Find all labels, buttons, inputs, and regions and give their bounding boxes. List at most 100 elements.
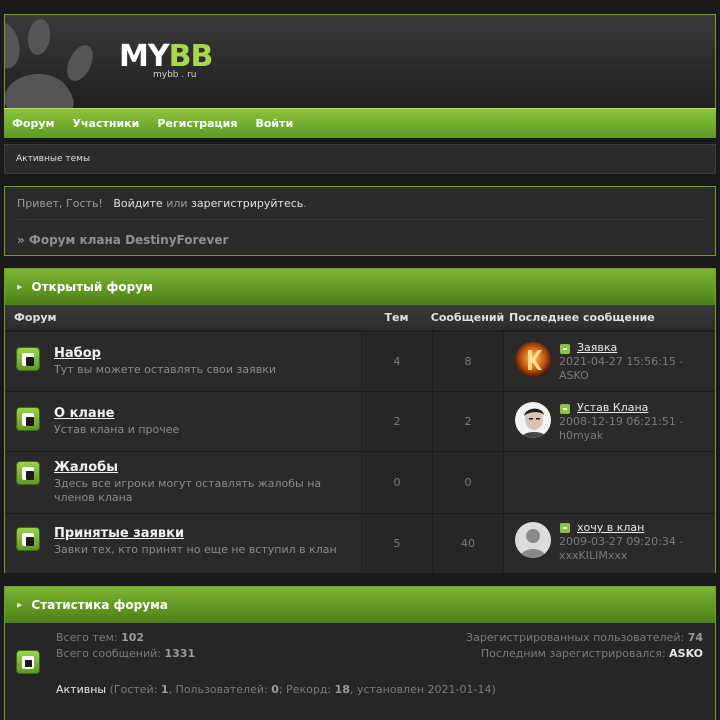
- record-count: 18: [334, 683, 350, 696]
- active-topics-link[interactable]: Активные темы: [16, 154, 90, 164]
- col-last-post: Последнее сообщение: [509, 311, 655, 324]
- category-header[interactable]: ▶ Открытый форум: [5, 269, 715, 305]
- go-to-post-icon[interactable]: [560, 523, 570, 533]
- forum-status-icon: [16, 527, 40, 551]
- go-to-post-icon[interactable]: [560, 344, 570, 354]
- online-text: (Гостей:: [106, 683, 161, 696]
- paw-logo-icon: [5, 19, 93, 108]
- forum-row: Набор Тут вы можете оставлять свои заявк…: [5, 331, 715, 391]
- category-title: Открытый форум: [31, 280, 153, 294]
- logo-text-bb: BB: [168, 39, 214, 74]
- quick-links-bar: Активные темы: [4, 144, 716, 174]
- collapse-arrow-icon[interactable]: ▶: [17, 283, 22, 291]
- registered-value: 74: [687, 631, 703, 644]
- last-post-title[interactable]: Заявка: [577, 341, 617, 354]
- last-post-author[interactable]: ASKO: [559, 369, 589, 383]
- divider: [17, 219, 703, 220]
- col-posts: Сообщений: [430, 311, 505, 324]
- forum-row: Принятые заявки Завки тех, кто принят но…: [5, 513, 715, 573]
- login-link[interactable]: Войдите: [113, 197, 162, 210]
- post-count: 2: [464, 415, 472, 428]
- total-posts-value: 1331: [164, 647, 196, 660]
- last-post-author[interactable]: xxxKILIMxxx: [559, 549, 627, 563]
- forum-name-link[interactable]: Набор: [54, 346, 101, 361]
- welcome-panel: Привет, Гость! Войдите или зарегистрируй…: [4, 186, 716, 256]
- online-summary: Активны (Гостей: 1, Пользователей: 0; Ре…: [56, 683, 496, 696]
- forum-row: О клане Устав клана и прочее 2 2 Устав К…: [5, 391, 715, 451]
- forum-status-icon: [16, 347, 40, 371]
- forum-name-link[interactable]: Жалобы: [54, 460, 118, 475]
- nav-login[interactable]: Войти: [255, 117, 293, 130]
- post-count: 8: [464, 355, 472, 368]
- go-to-post-icon[interactable]: [560, 404, 570, 414]
- forum-category: ▶ Открытый форум Форум Тем Сообщений Пос…: [4, 268, 716, 573]
- last-post-empty: [503, 452, 715, 513]
- last-post-author[interactable]: h0myak: [559, 429, 603, 443]
- forum-name-link[interactable]: Принятые заявки: [54, 526, 184, 541]
- registered-users: Зарегистрированных пользователей: 74: [466, 631, 703, 644]
- forum-name-link[interactable]: О клане: [54, 406, 115, 421]
- col-forum: Форум: [14, 311, 57, 324]
- forum-row: Жалобы Здесь все игроки могут оставлять …: [5, 451, 715, 513]
- forum-stats: ▶ Статистика форума Всего тем: 102 Всего…: [4, 586, 716, 720]
- online-users-link[interactable]: Активны: [56, 683, 106, 696]
- user-avatar[interactable]: [515, 402, 551, 438]
- collapse-arrow-icon[interactable]: ▶: [17, 601, 22, 609]
- avatar-photo-icon: [515, 402, 551, 438]
- total-topics-value: 102: [121, 631, 145, 644]
- stats-body: Всего тем: 102 Всего сообщений: 1331 Зар…: [5, 623, 715, 720]
- last-post-title[interactable]: хочу в клан: [577, 521, 644, 534]
- last-registered-user-link[interactable]: ASKO: [669, 647, 703, 660]
- logo-text-my: MY: [119, 39, 170, 74]
- topic-count: 5: [393, 537, 401, 550]
- forum-description: Устав клана и прочее: [54, 423, 180, 436]
- post-count: 40: [461, 537, 475, 550]
- guests-count: 1: [160, 683, 169, 696]
- register-link[interactable]: зарегистрируйтесь: [191, 197, 303, 210]
- user-avatar[interactable]: [515, 342, 551, 378]
- breadcrumb[interactable]: » Форум клана DestinyForever: [17, 233, 228, 247]
- online-text: ; Рекорд:: [278, 683, 335, 696]
- stats-chart-icon: [16, 650, 40, 674]
- nav-register[interactable]: Регистрация: [157, 117, 237, 130]
- or-text: или: [166, 197, 188, 210]
- user-avatar[interactable]: [515, 522, 551, 558]
- forum-status-icon: [16, 461, 40, 485]
- total-topics-label: Всего тем:: [56, 631, 118, 644]
- users-count: 0: [271, 683, 279, 696]
- nav-forum[interactable]: Форум: [12, 117, 55, 130]
- online-text: , установлен 2021-01-14): [349, 683, 496, 696]
- last-registered-label: Последним зарегистрировался:: [480, 647, 666, 660]
- online-text: , Пользователей:: [168, 683, 272, 696]
- last-post-date: 2021-04-27 15:56:15 -: [559, 355, 684, 368]
- forum-description: Завки тех, кто принят но еще не вступил …: [54, 543, 337, 556]
- site-logo[interactable]: MYBB: [119, 39, 214, 74]
- site-header: MYBB mybb . ru: [4, 14, 716, 108]
- last-post-date: 2009-03-27 09:20:34 -: [559, 535, 684, 548]
- column-headers: Форум Тем Сообщений Последнее сообщение: [5, 305, 715, 331]
- total-topics: Всего тем: 102: [56, 631, 144, 644]
- total-posts: Всего сообщений: 1331: [56, 647, 195, 660]
- forum-description: Здесь все игроки могут оставлять жалобы …: [54, 477, 322, 504]
- greeting: Привет, Гость! Войдите или зарегистрируй…: [17, 197, 307, 210]
- last-registered: Последним зарегистрировался: ASKO: [481, 647, 703, 660]
- avatar-orange-k-icon: [515, 342, 551, 378]
- col-topics: Тем: [384, 311, 409, 324]
- post-count: 0: [464, 476, 472, 489]
- period-text: .: [303, 197, 307, 210]
- stats-title: Статистика форума: [31, 598, 168, 612]
- topic-count: 0: [393, 476, 401, 489]
- logo-subtitle: mybb . ru: [153, 70, 197, 80]
- last-post-title[interactable]: Устав Клана: [577, 401, 648, 414]
- nav-members[interactable]: Участники: [73, 117, 140, 130]
- registered-label: Зарегистрированных пользователей:: [466, 631, 685, 644]
- stats-header[interactable]: ▶ Статистика форума: [5, 587, 715, 623]
- avatar-default-user-icon: [515, 522, 551, 558]
- main-nav: Форум Участники Регистрация Войти: [4, 108, 716, 138]
- topic-count: 4: [393, 355, 401, 368]
- topic-count: 2: [393, 415, 401, 428]
- last-post-date: 2008-12-19 06:21:51 -: [559, 415, 684, 428]
- greeting-text: Привет, Гость!: [17, 197, 103, 210]
- forum-description: Тут вы можете оставлять свои заявки: [54, 363, 277, 376]
- forum-status-icon: [16, 407, 40, 431]
